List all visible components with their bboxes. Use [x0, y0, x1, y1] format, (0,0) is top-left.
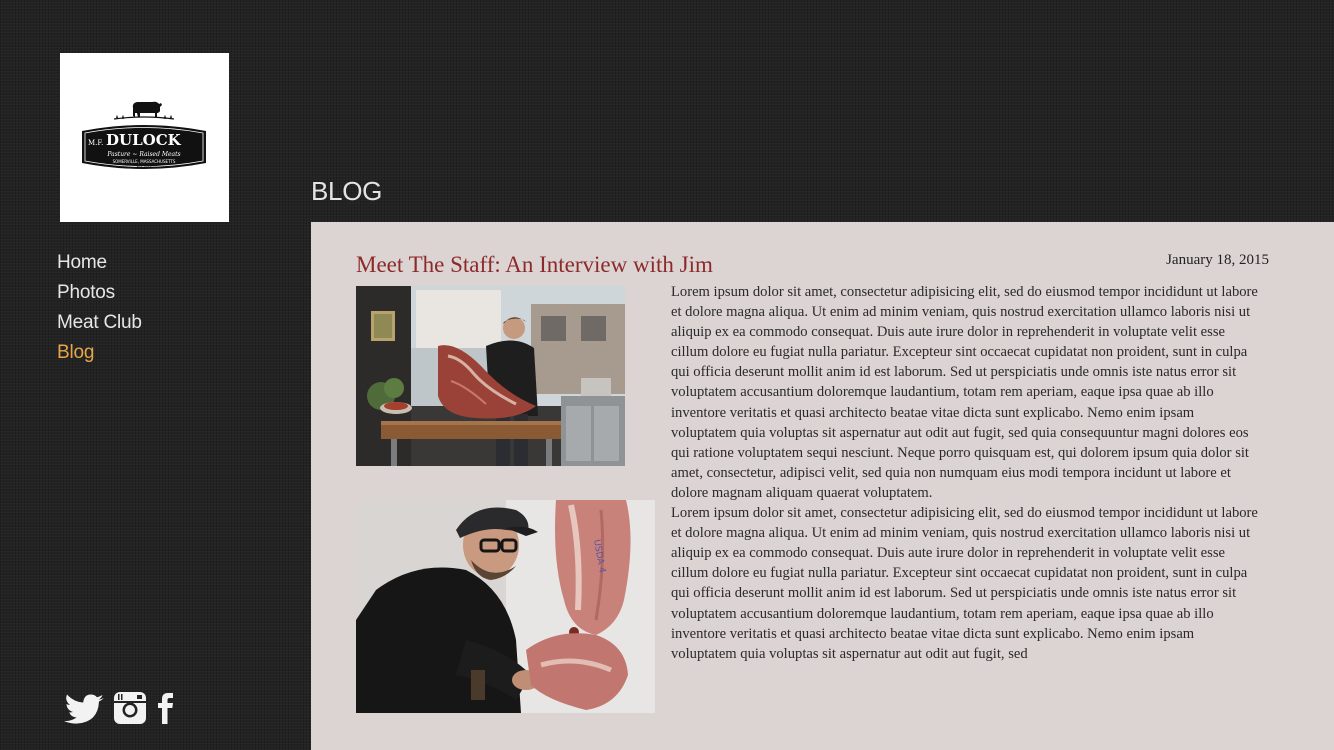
- svg-text:Pasture ~ Raised Meats: Pasture ~ Raised Meats: [106, 151, 180, 158]
- logo-graphic: M.F. DULOCK Pasture ~ Raised Meats SOMER…: [82, 101, 206, 169]
- svg-text:EST. 2013: EST. 2013: [137, 165, 152, 169]
- post-date: January 18, 2015: [1166, 252, 1269, 268]
- post-image-butcher-table: [356, 286, 625, 466]
- nav-item-blog[interactable]: Blog: [57, 338, 142, 368]
- svg-text:M.F.: M.F.: [88, 139, 103, 147]
- twitter-icon[interactable]: [62, 692, 106, 724]
- post-image-butcher-hanging-meat: USDA 4: [356, 500, 655, 713]
- post-paragraph: Lorem ipsum dolor sit amet, consectetur …: [671, 284, 1258, 501]
- svg-text:DULOCK: DULOCK: [106, 131, 182, 149]
- post-paragraph: Lorem ipsum dolor sit amet, consectetur …: [671, 505, 1258, 662]
- logo[interactable]: M.F. DULOCK Pasture ~ Raised Meats SOMER…: [60, 53, 229, 222]
- instagram-icon[interactable]: [112, 690, 148, 726]
- post-body: Lorem ipsum dolor sit amet, consectetur …: [671, 282, 1261, 664]
- nav-item-home[interactable]: Home: [57, 248, 142, 278]
- nav-item-photos[interactable]: Photos: [57, 278, 142, 308]
- facebook-icon[interactable]: [156, 690, 176, 726]
- blog-post-panel: Meet The Staff: An Interview with Jim Ja…: [311, 222, 1334, 750]
- nav-item-meat-club[interactable]: Meat Club: [57, 308, 142, 338]
- svg-text:SOMERVILLE, MASSACHUSETTS: SOMERVILLE, MASSACHUSETTS: [113, 159, 176, 164]
- page-title: BLOG: [311, 176, 383, 206]
- social-links: [62, 689, 176, 727]
- post-title[interactable]: Meet The Staff: An Interview with Jim: [356, 250, 713, 280]
- main-nav: Home Photos Meat Club Blog: [57, 248, 142, 368]
